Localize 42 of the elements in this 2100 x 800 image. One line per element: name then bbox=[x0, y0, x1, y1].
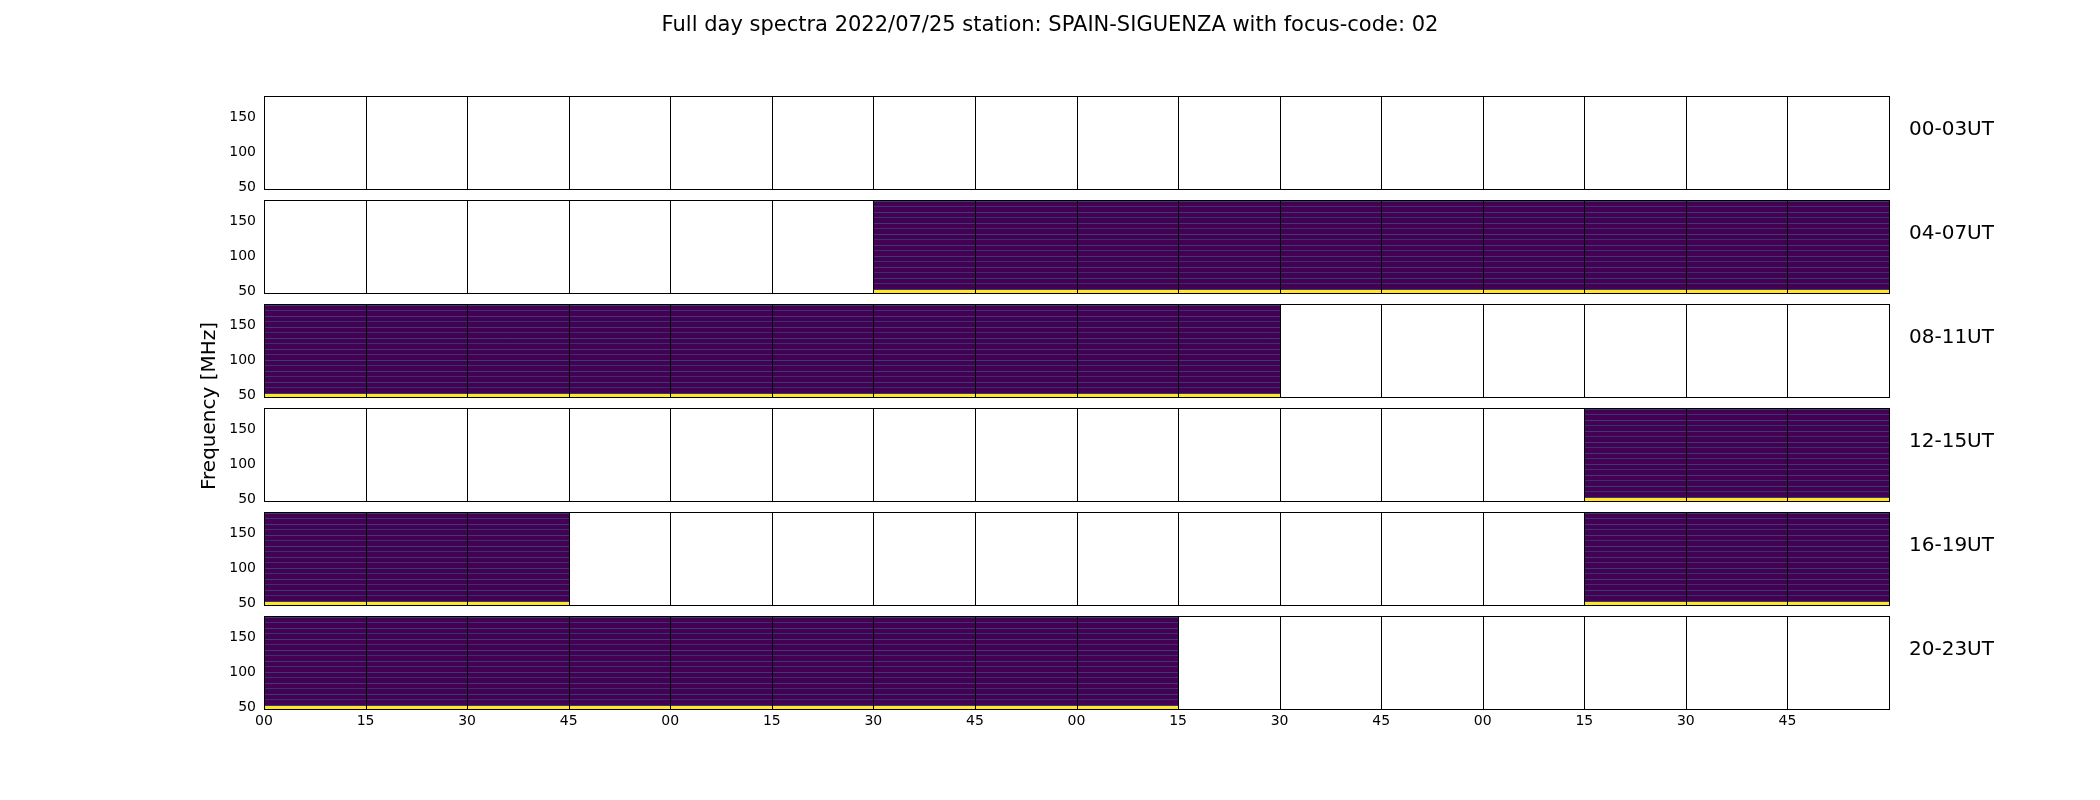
axis-label: Frequency [MHz] bbox=[196, 320, 220, 493]
tick-label: 50 bbox=[238, 386, 256, 401]
tick-label: 50 bbox=[238, 282, 256, 297]
chart-title: Full day spectra 2022/07/25 station: SPAIN-SIGUENZA with focus-code: 02 bbox=[660, 11, 1440, 38]
tick-label: 100 bbox=[229, 456, 256, 470]
tick-label: 30 bbox=[1270, 712, 1289, 728]
tick-label: 150 bbox=[229, 109, 256, 124]
tick-label: 30 bbox=[1676, 712, 1695, 728]
tick-label: 30 bbox=[458, 712, 477, 728]
tick-label: 00 bbox=[661, 712, 680, 728]
tick-label: 00 bbox=[1473, 712, 1492, 728]
tick-label: 100 bbox=[229, 560, 256, 574]
tick-label: 150 bbox=[229, 213, 256, 228]
tick-label: 00 bbox=[255, 712, 273, 728]
tick-label: 15 bbox=[356, 712, 375, 728]
tick-label: 100 bbox=[229, 664, 256, 678]
tick-label: 15 bbox=[762, 712, 781, 728]
row-label: 08-11UT bbox=[1908, 323, 1995, 348]
tick-label: 50 bbox=[238, 178, 256, 193]
tick-label: 100 bbox=[229, 144, 256, 158]
tick-label: 45 bbox=[1372, 712, 1391, 728]
row-label: 04-07UT bbox=[1908, 219, 1995, 244]
tick-label: 50 bbox=[238, 698, 256, 713]
tick-label: 45 bbox=[1778, 712, 1797, 728]
tick-label: 15 bbox=[1575, 712, 1594, 728]
tick-label: 150 bbox=[229, 317, 256, 332]
tick-label: 100 bbox=[229, 352, 256, 366]
tick-label: 45 bbox=[559, 712, 578, 728]
row-label: 20-23UT bbox=[1908, 635, 1995, 660]
tick-label: 50 bbox=[238, 490, 256, 505]
tick-label: 150 bbox=[229, 421, 256, 436]
tick-label: 150 bbox=[229, 525, 256, 540]
tick-label: 45 bbox=[966, 712, 984, 728]
tick-label: 15 bbox=[1169, 712, 1187, 728]
tick-label: 30 bbox=[864, 712, 883, 728]
row-label: 12-15UT bbox=[1908, 427, 1995, 452]
tick-label: 50 bbox=[238, 594, 256, 609]
tick-label: 00 bbox=[1067, 712, 1086, 728]
tick-label: 150 bbox=[229, 629, 256, 644]
tick-label: 100 bbox=[229, 248, 256, 262]
row-label: 00-03UT bbox=[1908, 115, 1995, 140]
row-label: 16-19UT bbox=[1908, 531, 1995, 556]
